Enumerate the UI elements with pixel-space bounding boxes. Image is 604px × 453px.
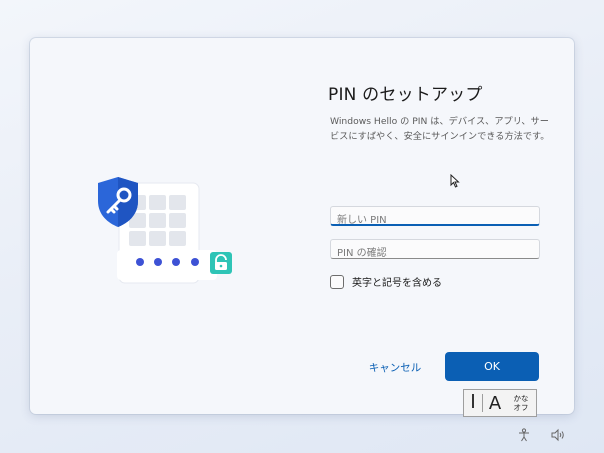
- pin-setup-dialog: PIN のセットアップ Windows Hello の PIN は、デバイス、ア…: [30, 38, 574, 414]
- ime-kana-toggle[interactable]: かな オフ: [507, 394, 535, 412]
- ime-toolbar: A かな オフ: [463, 389, 537, 417]
- ime-input-mode[interactable]: A: [483, 393, 507, 414]
- include-letters-label: 英字と記号を含める: [352, 278, 442, 289]
- ime-kana-line2: オフ: [513, 403, 529, 412]
- ok-button[interactable]: OK: [445, 352, 539, 381]
- new-pin-input[interactable]: 新しい PIN: [330, 206, 540, 226]
- mouse-pointer-icon: [450, 174, 460, 188]
- ime-handle-icon[interactable]: [464, 394, 482, 412]
- accessibility-icon[interactable]: [517, 428, 531, 442]
- include-letters-checkbox[interactable]: [330, 274, 344, 289]
- cancel-button[interactable]: キャンセル: [352, 356, 438, 378]
- include-letters-option[interactable]: 英字と記号を含める: [330, 274, 442, 289]
- volume-icon[interactable]: [550, 428, 566, 442]
- description-text: Windows Hello の PIN は、デバイス、アプリ、サービスにすばやく…: [330, 116, 550, 142]
- page-title: PIN のセットアップ: [328, 85, 483, 105]
- ime-kana-line1: かな: [513, 394, 529, 403]
- confirm-pin-input[interactable]: PIN の確認: [330, 239, 540, 259]
- pin-illustration: [92, 175, 237, 285]
